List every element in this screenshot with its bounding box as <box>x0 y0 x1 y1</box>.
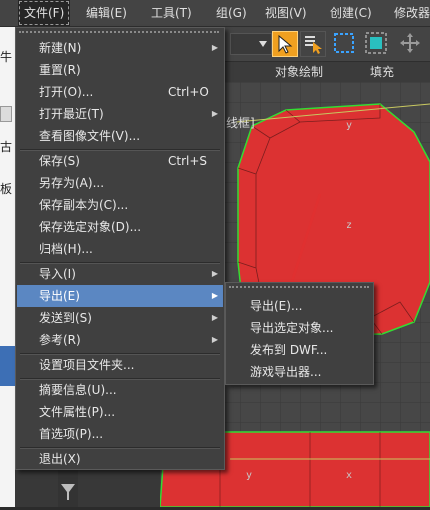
shortcut-label: Ctrl+O <box>168 85 209 99</box>
menu-item-label: 发送到(S) <box>39 311 92 325</box>
main-toolbar <box>222 27 430 61</box>
tab-populate[interactable]: 填充 <box>370 62 394 82</box>
background-text: 古 <box>0 140 13 154</box>
export-submenu: 导出(E)... 导出选定对象... 发布到 DWF... 游戏导出器... <box>225 282 374 385</box>
viewport-label[interactable]: 线框] <box>226 114 255 131</box>
cursor-arrow-icon <box>278 34 293 54</box>
submenu-arrow-icon: ▶ <box>211 109 218 118</box>
menu-item-save-selected[interactable]: 保存选定对象(D)... <box>17 216 223 238</box>
menu-item-export-selected[interactable]: 导出选定对象... <box>227 317 372 339</box>
region-select-button[interactable] <box>332 31 356 55</box>
menu-item-send-to[interactable]: 发送到(S) ▶ <box>17 307 223 329</box>
menu-item-label: 退出(X) <box>39 452 81 466</box>
file-menu: 新建(N) ▶ 重置(R) 打开(O)... Ctrl+O 打开最近(T) ▶ 查看图… <box>15 27 225 470</box>
menu-item-new[interactable]: 新建(N) ▶ <box>17 37 223 59</box>
menu-item-game-exporter[interactable]: 游戏导出器... <box>227 361 372 383</box>
menu-item-label: 游戏导出器... <box>250 365 322 379</box>
menu-item-label: 导出选定对象... <box>250 321 334 335</box>
menu-item-label: 重置(R) <box>39 63 81 77</box>
select-object-button[interactable] <box>272 31 298 57</box>
menu-item-label: 导入(I) <box>39 267 76 281</box>
menu-item-preferences[interactable]: 首选项(P)... <box>17 423 223 445</box>
menu-item-label: 导出(E)... <box>250 299 303 313</box>
menu-item-label: 打开(O)... <box>39 85 94 99</box>
axis-z-label: z <box>346 220 353 231</box>
ribbon-tabs: 对象绘制 填充 <box>222 61 430 83</box>
submenu-arrow-icon: ▶ <box>211 269 218 278</box>
background-text: 牛 <box>0 50 13 64</box>
menu-file[interactable]: 文件(F) <box>18 0 71 26</box>
chevron-down-icon <box>259 41 267 47</box>
submenu-arrow-icon: ▶ <box>211 335 218 344</box>
menu-item-label: 保存副本为(C)... <box>39 198 129 212</box>
menu-item-label: 保存选定对象(D)... <box>39 220 142 234</box>
menu-item-label: 摘要信息(U)... <box>39 383 117 397</box>
menu-item-open-recent[interactable]: 打开最近(T) ▶ <box>17 103 223 125</box>
background-text: 板 <box>0 182 13 196</box>
tab-object-paint[interactable]: 对象绘制 <box>275 62 323 82</box>
axis-y-label: y <box>346 120 353 131</box>
background-window-strip: 牛 古 板 <box>0 26 15 507</box>
menu-item-file-properties[interactable]: 文件属性(P)... <box>17 401 223 423</box>
menu-group[interactable]: 组(G) <box>210 0 253 26</box>
menu-item-view-image[interactable]: 查看图像文件(V)... <box>17 125 223 147</box>
menu-edit[interactable]: 编辑(E) <box>80 0 133 26</box>
menu-item-save[interactable]: 保存(S) Ctrl+S <box>17 150 223 172</box>
axis-y-label-lower: y <box>246 470 253 481</box>
menu-item-import[interactable]: 导入(I) ▶ <box>17 263 223 285</box>
menu-item-label: 导出(E) <box>39 289 80 303</box>
menu-item-exit[interactable]: 退出(X) <box>17 448 223 470</box>
axis-x-label-lower: x <box>346 470 353 481</box>
menu-item-label: 参考(R) <box>39 333 81 347</box>
move-button[interactable] <box>398 31 422 55</box>
menu-item-export[interactable]: 导出(E) ▶ <box>17 285 223 307</box>
menu-item-label: 首选项(P)... <box>39 427 104 441</box>
menu-views[interactable]: 视图(V) <box>259 0 313 26</box>
menu-item-summary-info[interactable]: 摘要信息(U)... <box>17 379 223 401</box>
menu-item-label: 保存(S) <box>39 154 80 168</box>
tear-off-handle[interactable] <box>19 31 219 33</box>
submenu-arrow-icon: ▶ <box>211 291 218 300</box>
selection-filter-dropdown[interactable] <box>230 33 272 55</box>
submenu-arrow-icon: ▶ <box>211 313 218 322</box>
menu-item-open[interactable]: 打开(O)... Ctrl+O <box>17 81 223 103</box>
menu-item-archive[interactable]: 归档(H)... <box>17 238 223 260</box>
command-panel-strip <box>58 466 78 507</box>
menu-item-label: 归档(H)... <box>39 242 93 256</box>
menu-item-label: 发布到 DWF... <box>250 343 328 357</box>
menu-item-label: 设置项目文件夹... <box>39 358 135 372</box>
file-icon <box>0 106 12 122</box>
shortcut-label: Ctrl+S <box>168 154 208 168</box>
submenu-arrow-icon: ▶ <box>211 43 218 52</box>
menu-bar: 文件(F) 编辑(E) 工具(T) 组(G) 视图(V) 创建(C) 修改器 <box>0 0 430 27</box>
background-blue-block <box>0 346 15 386</box>
rectangle-region-icon <box>334 33 354 53</box>
select-by-name-icon <box>305 36 322 54</box>
menu-item-label: 文件属性(P)... <box>39 405 116 419</box>
menu-item-label: 打开最近(T) <box>39 107 104 121</box>
move-cross-icon <box>400 33 420 53</box>
menu-item-export-file[interactable]: 导出(E)... <box>227 295 372 317</box>
menu-item-label: 新建(N) <box>39 41 82 55</box>
select-by-name-button[interactable] <box>300 31 326 57</box>
menu-item-save-copy[interactable]: 保存副本为(C)... <box>17 194 223 216</box>
menu-item-publish-dwf[interactable]: 发布到 DWF... <box>227 339 372 361</box>
menu-item-save-as[interactable]: 另存为(A)... <box>17 172 223 194</box>
window-crossing-button[interactable] <box>364 31 388 55</box>
window-crossing-icon <box>365 32 387 54</box>
menu-item-label: 另存为(A)... <box>39 176 105 190</box>
menu-item-reset[interactable]: 重置(R) <box>17 59 223 81</box>
menu-create[interactable]: 创建(C) <box>324 0 378 26</box>
menu-item-reference[interactable]: 参考(R) ▶ <box>17 329 223 351</box>
tear-off-handle[interactable] <box>229 286 369 290</box>
menu-item-set-project-folder[interactable]: 设置项目文件夹... <box>17 354 223 376</box>
menu-modifiers[interactable]: 修改器 <box>388 0 430 26</box>
menu-tools[interactable]: 工具(T) <box>145 0 198 26</box>
filter-icon <box>61 484 75 500</box>
menu-item-label: 查看图像文件(V)... <box>39 129 141 143</box>
